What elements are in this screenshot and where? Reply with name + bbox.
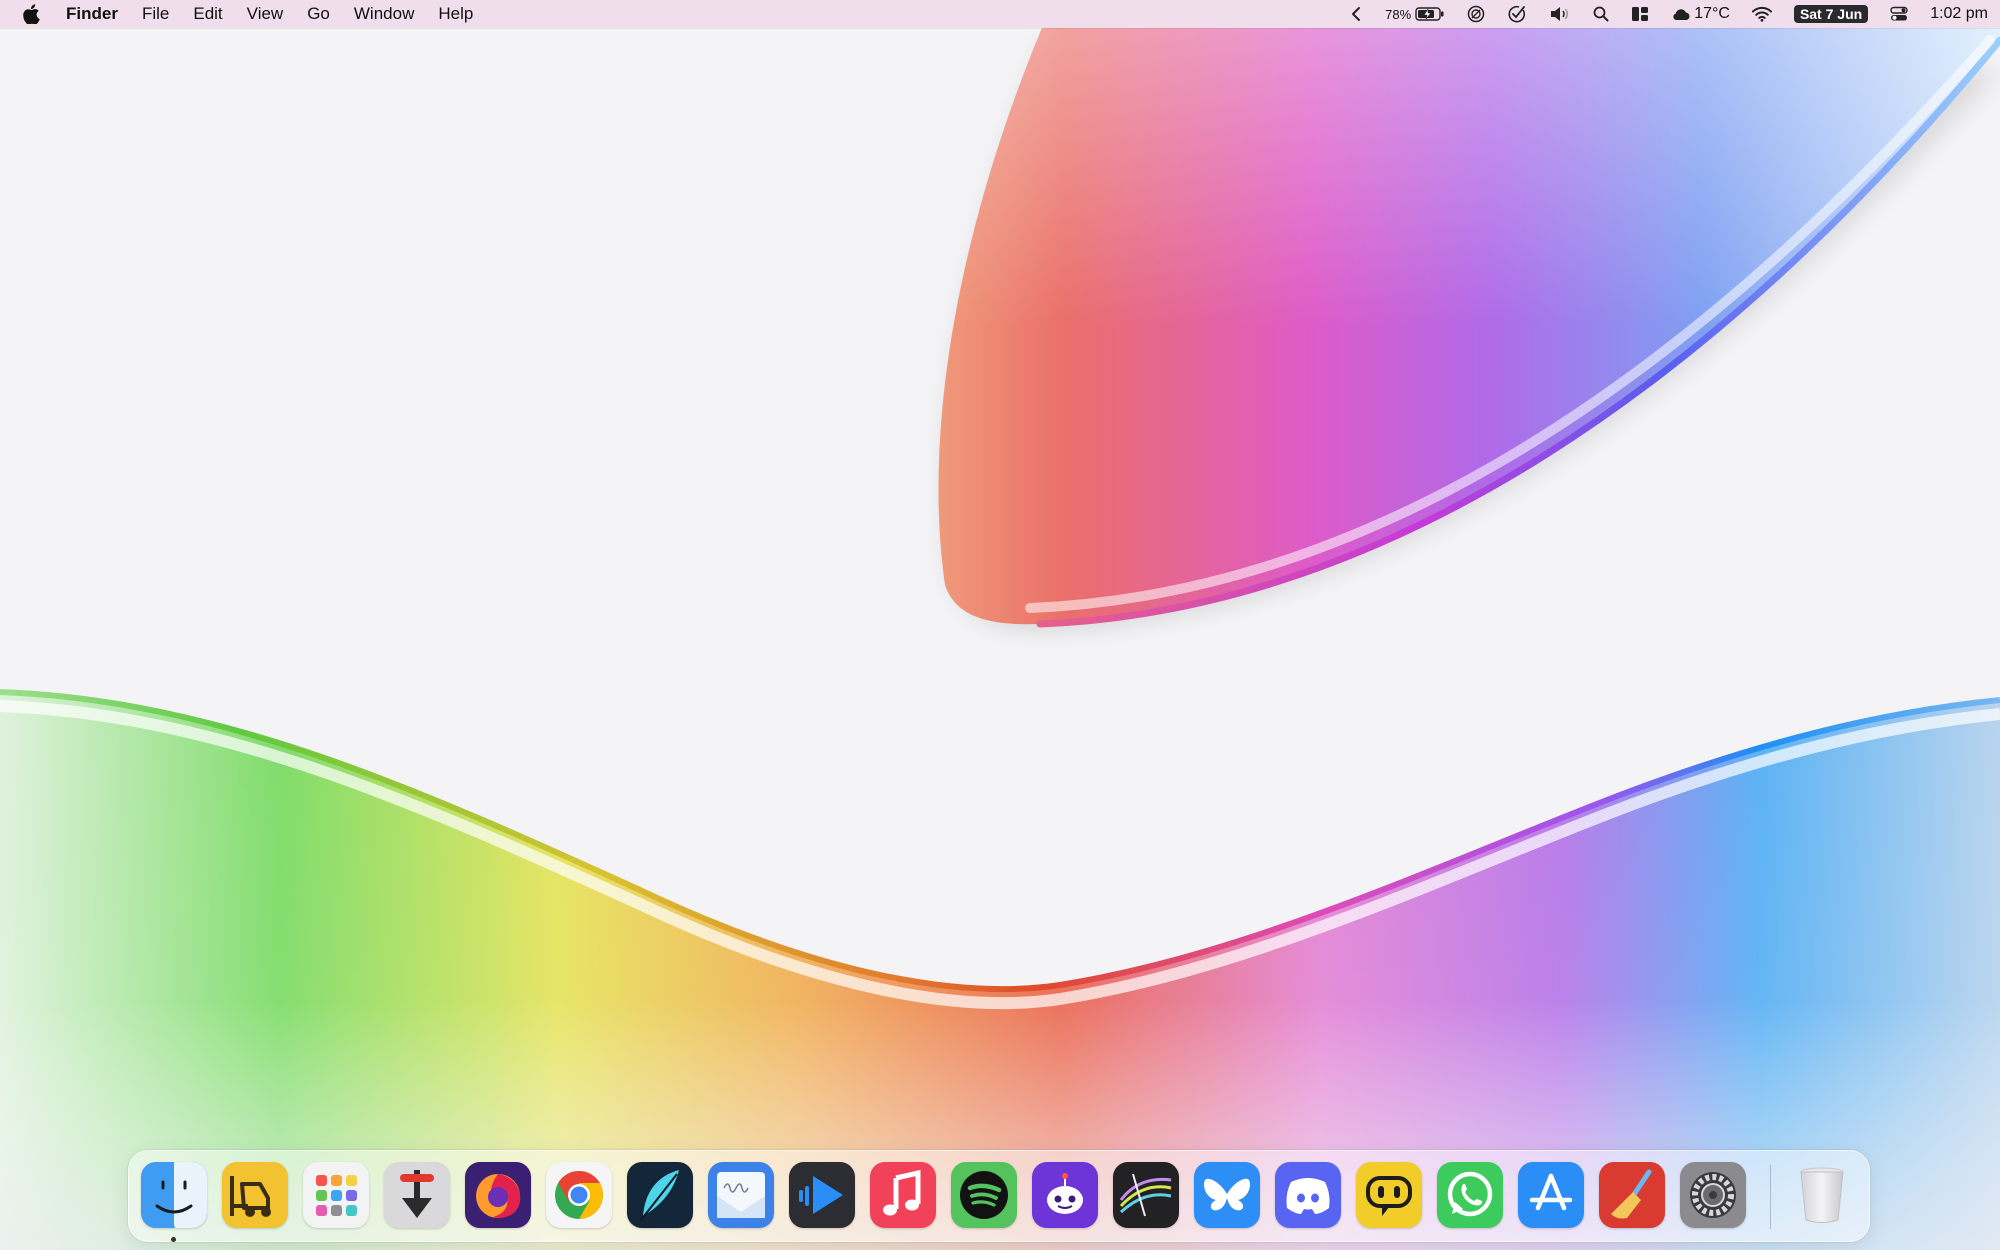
dock-app-app-store[interactable] — [1518, 1162, 1584, 1228]
cloud-icon — [1671, 7, 1691, 21]
volume-icon[interactable] — [1549, 6, 1571, 22]
dock-app-cleaner[interactable] — [1599, 1162, 1665, 1228]
focus-icon[interactable] — [1467, 5, 1485, 23]
dock-app-lines[interactable] — [1113, 1162, 1179, 1228]
play-icon — [799, 1176, 843, 1214]
battery-percent: 78% — [1385, 6, 1412, 22]
discord-icon — [1286, 1178, 1330, 1214]
finder-icon — [155, 1162, 207, 1228]
date-display[interactable]: Sat 7 Jun — [1793, 5, 1869, 23]
spotify-icon — [960, 1171, 1008, 1219]
dock-app-whatsapp[interactable] — [1437, 1162, 1503, 1228]
app-store-icon — [1529, 1173, 1573, 1211]
forklift-icon — [230, 1176, 271, 1217]
apple-logo-icon[interactable] — [22, 4, 40, 25]
menu-bar: Finder File Edit View Go Window Help 78% — [0, 0, 2000, 28]
desktop-wallpaper — [0, 0, 2000, 1250]
dock-app-music[interactable] — [870, 1162, 936, 1228]
search-icon[interactable] — [1593, 6, 1609, 22]
dock-app-chrome[interactable] — [546, 1162, 612, 1228]
menu-file[interactable]: File — [142, 4, 169, 24]
dock — [128, 1150, 1870, 1242]
dock-app-mail-signature[interactable] — [708, 1162, 774, 1228]
trash-icon — [1800, 1167, 1844, 1223]
launchpad-icon — [316, 1175, 357, 1216]
weather-temperature: 17°C — [1694, 5, 1730, 22]
dock-app-bluesky[interactable] — [1194, 1162, 1260, 1228]
download-arrow-icon — [400, 1170, 434, 1218]
dock-app-firefox[interactable] — [465, 1162, 531, 1228]
dock-app-forklift[interactable] — [222, 1162, 288, 1228]
dock-divider — [1770, 1165, 1771, 1229]
menu-app-name[interactable]: Finder — [66, 4, 118, 24]
battery-charging-icon — [1415, 7, 1445, 21]
feather-icon — [640, 1170, 679, 1221]
battery-status[interactable]: 78% — [1385, 7, 1445, 22]
menu-help[interactable]: Help — [438, 4, 473, 24]
dock-app-finder[interactable] — [141, 1162, 207, 1228]
firefox-icon — [476, 1174, 521, 1218]
dock-app-downloader[interactable] — [384, 1162, 450, 1228]
whatsapp-icon — [1447, 1171, 1493, 1217]
dock-app-speech[interactable] — [1356, 1162, 1422, 1228]
envelope-icon — [717, 1172, 765, 1218]
lines-icon — [1119, 1173, 1172, 1217]
menu-window[interactable]: Window — [354, 4, 414, 24]
finder-running-indicator — [171, 1237, 176, 1242]
robot-icon — [1047, 1173, 1083, 1214]
dock-app-feather[interactable] — [627, 1162, 693, 1228]
checkmark-circle-icon[interactable] — [1507, 5, 1527, 23]
dock-app-system-settings[interactable] — [1680, 1162, 1746, 1228]
chrome-icon — [555, 1171, 604, 1219]
menu-go[interactable]: Go — [307, 4, 330, 24]
dock-app-launchpad[interactable] — [303, 1162, 369, 1228]
control-center-icon[interactable] — [1890, 6, 1908, 22]
butterfly-icon — [1204, 1178, 1250, 1211]
menu-edit[interactable]: Edit — [193, 4, 222, 24]
broom-icon — [1611, 1169, 1652, 1219]
dock-app-infuse[interactable] — [789, 1162, 855, 1228]
music-note-icon — [883, 1169, 921, 1216]
speech-bubble-icon — [1366, 1176, 1412, 1216]
clock-time[interactable]: 1:02 pm — [1930, 5, 1988, 23]
weather-status[interactable]: 17°C — [1671, 5, 1730, 23]
dock-app-trash[interactable] — [1789, 1162, 1855, 1228]
menu-view[interactable]: View — [247, 4, 284, 24]
dock-app-discord[interactable] — [1275, 1162, 1341, 1228]
gear-icon — [1690, 1172, 1736, 1218]
wifi-icon[interactable] — [1751, 6, 1772, 22]
chevron-left-icon[interactable] — [1351, 6, 1361, 22]
dock-app-spotify[interactable] — [951, 1162, 1017, 1228]
widgets-icon[interactable] — [1631, 6, 1649, 22]
dock-app-reddit-client[interactable] — [1032, 1162, 1098, 1228]
